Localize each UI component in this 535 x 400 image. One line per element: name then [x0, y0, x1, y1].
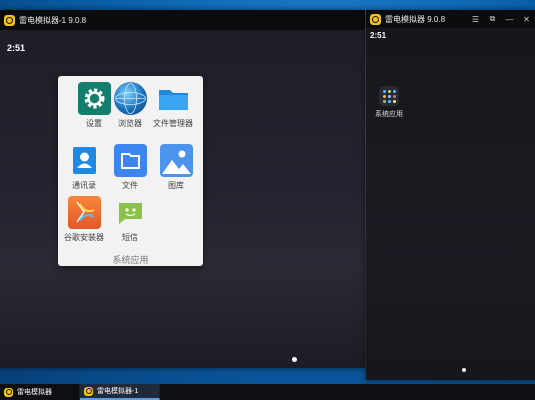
- ldplayer-logo-icon: [4, 14, 15, 26]
- emulator-window-second[interactable]: 雷电模拟器 9.0.8 ☰ ⧉ — ✕ 2:51 系统应用: [366, 10, 535, 380]
- ldplayer-logo-icon: [84, 386, 93, 396]
- taskbar-label: 雷电模拟器: [17, 389, 52, 396]
- app-label: 通讯录: [72, 181, 96, 190]
- app-label: 浏览器: [118, 119, 142, 128]
- status-clock: 2:51: [370, 31, 387, 40]
- app-files[interactable]: 文件: [106, 144, 154, 191]
- app-file-manager[interactable]: 文件管理器: [148, 82, 198, 129]
- app-browser[interactable]: 浏览器: [106, 82, 154, 129]
- android-screen[interactable]: 2:51 设置 浏览器 文件管理器 通讯录 文件 图库 谷歌安装器 短信 系统应…: [0, 30, 365, 368]
- window-title: 雷电模拟器-1 9.0.8: [19, 15, 87, 25]
- minimize-icon[interactable]: —: [501, 10, 518, 28]
- taskbar: 雷电模拟器 雷电模拟器-1: [0, 384, 535, 400]
- file-manager-folder-icon: [157, 82, 190, 115]
- contacts-icon: [68, 144, 101, 177]
- app-folder-icon: [379, 86, 399, 106]
- ldplayer-logo-icon: [4, 387, 13, 397]
- emulator-window-main[interactable]: 雷电模拟器-1 9.0.8 2:51 设置 浏览器 文件管理器 通讯录 文件 图…: [0, 10, 365, 368]
- app-label: 文件: [122, 181, 138, 190]
- system-apps-folder[interactable]: 系统应用: [372, 86, 406, 119]
- restore-icon[interactable]: ⧉: [484, 10, 501, 28]
- taskbar-item-emulator-1[interactable]: 雷电模拟器-1: [80, 384, 160, 400]
- android-screen[interactable]: 2:51 系统应用: [366, 28, 535, 380]
- app-contacts[interactable]: 通讯录: [60, 144, 108, 191]
- ldplayer-logo-icon: [370, 13, 381, 25]
- app-label: 系统应用: [375, 111, 403, 118]
- app-label: 设置: [86, 119, 102, 128]
- files-icon: [113, 144, 147, 177]
- app-label: 图库: [168, 181, 184, 190]
- app-sms[interactable]: 短信: [106, 196, 154, 243]
- sms-icon: [114, 196, 147, 229]
- window-title: 雷电模拟器 9.0.8: [385, 14, 446, 24]
- title-bar[interactable]: 雷电模拟器-1 9.0.8: [0, 10, 365, 30]
- app-label: 谷歌安装器: [64, 233, 104, 242]
- home-indicator[interactable]: [462, 368, 466, 372]
- status-clock: 2:51: [7, 43, 26, 53]
- browser-globe-icon: [113, 82, 147, 115]
- app-label: 短信: [122, 233, 138, 242]
- folder-name[interactable]: 系统应用: [58, 253, 203, 266]
- app-folder-popup[interactable]: 设置 浏览器 文件管理器 通讯录 文件 图库 谷歌安装器 短信 系统应用: [58, 76, 203, 266]
- close-icon[interactable]: ✕: [518, 10, 535, 28]
- title-bar[interactable]: 雷电模拟器 9.0.8 ☰ ⧉ — ✕: [366, 10, 535, 28]
- app-label: 文件管理器: [153, 119, 193, 128]
- window-controls: ☰ ⧉ — ✕: [467, 10, 535, 28]
- taskbar-item-emulator[interactable]: 雷电模拟器: [0, 384, 80, 400]
- gallery-icon: [159, 144, 193, 177]
- menu-icon[interactable]: ☰: [467, 10, 484, 28]
- app-google-installer[interactable]: 谷歌安装器: [60, 196, 108, 243]
- app-gallery[interactable]: 图库: [152, 144, 200, 191]
- google-installer-icon: [67, 196, 101, 229]
- home-indicator[interactable]: [292, 357, 297, 362]
- taskbar-label: 雷电模拟器-1: [97, 388, 139, 395]
